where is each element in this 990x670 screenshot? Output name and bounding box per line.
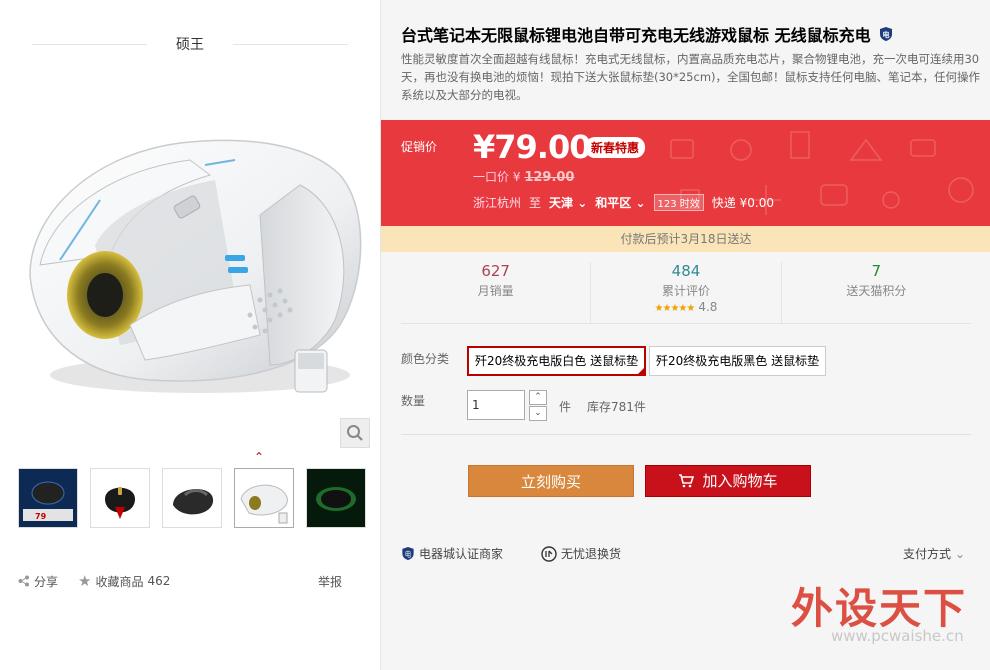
rating-value: 4.8	[698, 300, 718, 314]
returns-icon	[541, 545, 557, 562]
rating-stars-icon: ★★★★★	[654, 303, 696, 314]
favorite-label: 收藏商品	[95, 574, 144, 589]
shipping-row: 浙江杭州 至 天津 ⌄ 和平区 ⌄ 123 时效 快递 ¥0.00	[473, 194, 774, 211]
quantity-input[interactable]: 1	[467, 390, 525, 420]
zoom-button[interactable]	[340, 418, 370, 448]
ship-to-label: 至	[529, 196, 542, 210]
watermark-url: www.pcwaishe.cn	[831, 627, 964, 645]
payment-methods-dropdown[interactable]: 支付方式 ⌄	[903, 545, 965, 562]
product-title: 台式笔记本无限鼠标锂电池自带可充电无线游戏鼠标 无线鼠标充电 电	[401, 22, 981, 46]
certified-merchant[interactable]: 电 电器城认证商家	[401, 545, 503, 562]
share-label: 分享	[34, 574, 59, 589]
shield-icon: 电	[879, 27, 892, 41]
favorite-button[interactable]: ★ 收藏商品 462	[78, 572, 170, 590]
color-option-white[interactable]: 歼20终极充电版白色 送鼠标垫	[467, 346, 647, 376]
payment-label: 支付方式	[903, 547, 952, 561]
qty-unit: 件	[559, 400, 572, 414]
favorite-count: 462	[147, 574, 171, 588]
color-label: 颜色分类	[401, 352, 450, 366]
price-block: 促销价 ¥79.00 新春特惠 一口价 ¥ 129.00 浙江杭州 至 天津 ⌄…	[381, 120, 990, 226]
product-detail-panel: 台式笔记本无限鼠标锂电池自带可充电无线游戏鼠标 无线鼠标充电 电 性能灵敏度首次…	[380, 0, 990, 670]
reviews-label: 累计评价	[661, 284, 710, 298]
svg-text:电: 电	[405, 549, 412, 558]
points: 7 送天猫积分	[782, 262, 971, 323]
report-link[interactable]: 举报	[318, 573, 342, 590]
share-icon	[18, 575, 29, 587]
qty-increase-button[interactable]: ⌃	[529, 390, 547, 405]
original-price: 129.00	[524, 170, 575, 185]
cart-icon	[679, 474, 695, 488]
product-subtitle: 性能灵敏度首次全面超越有线鼠标！充电式无线鼠标，内置高品质充电芯片，聚合物锂电池…	[401, 52, 981, 102]
promo-price: ¥79.00	[473, 128, 591, 166]
qty-label: 数量	[401, 394, 426, 408]
original-price-label: 一口价	[473, 170, 510, 184]
thumbnail[interactable]: 79	[18, 468, 78, 528]
divider	[401, 434, 971, 435]
ship-from: 浙江杭州	[473, 196, 522, 210]
svg-text:79: 79	[35, 512, 47, 521]
original-price-currency: ¥	[512, 170, 521, 184]
main-product-image[interactable]	[10, 95, 370, 450]
share-button[interactable]: 分享	[18, 573, 58, 590]
add-to-cart-button[interactable]: 加入购物车	[645, 465, 811, 497]
points-label: 送天猫积分	[846, 284, 907, 298]
certified-label: 电器城认证商家	[419, 547, 504, 561]
thumbnail[interactable]	[234, 468, 294, 528]
qty-decrease-button[interactable]: ⌄	[529, 406, 547, 421]
easy-returns[interactable]: 无忧退换货	[541, 545, 621, 562]
monthly-sales-value: 627	[481, 262, 510, 280]
promo-price-label: 促销价	[401, 140, 438, 154]
returns-label: 无忧退换货	[561, 547, 622, 561]
timely-tag: 123 时效	[653, 194, 704, 211]
delivery-note: 付款后预计3月18日送达	[381, 226, 990, 252]
thumbnail[interactable]	[90, 468, 150, 528]
ship-district-select[interactable]: 和平区 ⌄	[595, 194, 645, 211]
svg-text:电: 电	[882, 30, 889, 39]
ship-city-select[interactable]: 天津 ⌄	[549, 194, 587, 211]
report-label: 举报	[317, 574, 342, 589]
promo-badge: 新春特惠	[585, 137, 646, 158]
reviews-value: 484	[671, 262, 701, 280]
caret-up-icon: ⌃	[254, 450, 265, 464]
product-title-text: 台式笔记本无限鼠标锂电池自带可充电无线游戏鼠标 无线鼠标充电	[401, 26, 871, 45]
color-option-black[interactable]: 歼20终极充电版黑色 送鼠标垫	[649, 346, 827, 376]
gallery-panel: 硕王 ⌃ 79 分享 ★ 收藏商品 462 举报	[0, 0, 380, 670]
shipping-fee: 快递 ¥0.00	[711, 196, 774, 210]
star-icon: ★	[78, 572, 92, 590]
monthly-sales: 627 月销量	[401, 262, 592, 323]
add-to-cart-label: 加入购物车	[702, 472, 778, 490]
chevron-down-icon: ⌄	[955, 546, 966, 561]
shield-icon: 电	[402, 546, 414, 561]
watermark: 外设天下 www.pcwaishe.cn	[791, 575, 981, 645]
original-price-row: 一口价 ¥ 129.00	[473, 168, 574, 185]
monthly-sales-label: 月销量	[477, 284, 514, 298]
share-row: 分享 ★ 收藏商品 462 举报	[18, 572, 362, 590]
thumbnail[interactable]	[306, 468, 366, 528]
divider	[233, 44, 348, 45]
reviews[interactable]: 484 累计评价 ★★★★★ 4.8	[591, 262, 782, 323]
magnifier-icon	[347, 425, 363, 441]
stock-count: 库存781件	[587, 400, 646, 414]
stats-bar: 627 月销量 484 累计评价 ★★★★★ 4.8 7 送天猫积分	[401, 262, 971, 324]
thumbnail[interactable]	[162, 468, 222, 528]
points-value: 7	[871, 262, 882, 280]
buy-now-button[interactable]: 立刻购买	[468, 465, 634, 497]
thumbnail-strip: 79	[18, 468, 366, 528]
